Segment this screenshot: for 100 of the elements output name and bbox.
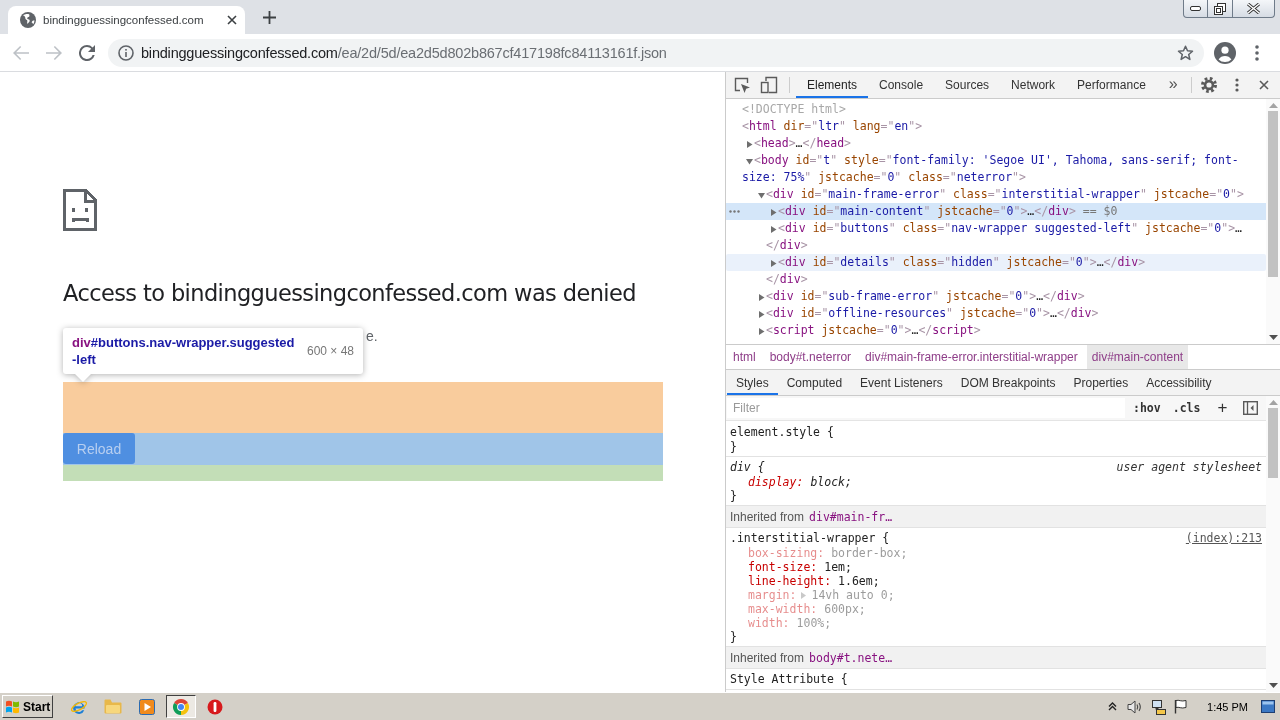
more-tabs-button[interactable]: » <box>1160 75 1186 95</box>
restore-icon <box>1214 2 1226 15</box>
inherited-label: Inherited from <box>730 650 805 665</box>
dom-node-row[interactable]: <script jstcache="0">…</script> <box>726 322 1266 339</box>
sad-page-icon <box>63 189 97 231</box>
paragraph-text: e. <box>366 327 378 345</box>
tooltip-selector: div#buttons.nav-wrapper.suggested -left <box>72 334 295 368</box>
dom-node-row[interactable]: <head>…</head> <box>726 135 1266 152</box>
scrollbar[interactable] <box>1266 99 1280 344</box>
breadcrumb[interactable]: body#t.neterror <box>764 345 857 369</box>
close-window-button[interactable] <box>1233 0 1275 18</box>
expand-triangle-icon[interactable] <box>758 191 765 199</box>
breadcrumb[interactable]: html <box>728 345 761 369</box>
expand-triangle-icon[interactable] <box>770 225 777 233</box>
breadcrumb[interactable]: div#main-frame-error.interstitial-wrapper <box>860 345 1083 369</box>
rule-origin: user agent stylesheet <box>1116 459 1262 475</box>
error-heading: Access to bindingguessingconfessed.com was denied <box>63 279 636 308</box>
inherited-selector-link[interactable]: div#main-fr… <box>809 509 893 524</box>
dom-closing-row[interactable]: </div> <box>726 271 1266 288</box>
taskbar-button[interactable] <box>166 695 196 718</box>
sidebar-toggle-icon[interactable] <box>1243 401 1259 415</box>
close-icon[interactable] <box>1259 80 1269 90</box>
network-icon[interactable] <box>1151 698 1168 715</box>
restore-button[interactable] <box>1208 0 1233 18</box>
inherited-selector-link[interactable]: body#t.nete… <box>809 650 893 665</box>
sidebar-tab[interactable]: DOM Breakpoints <box>951 370 1065 395</box>
devtools-tab[interactable]: Sources <box>934 72 1001 98</box>
expand-triangle-icon[interactable] <box>770 259 777 267</box>
globe-icon <box>20 12 36 28</box>
flag-icon[interactable] <box>1174 699 1189 714</box>
devtools-tab[interactable]: Network <box>1000 72 1067 98</box>
sidebar-tab[interactable]: Computed <box>777 370 852 395</box>
property-value[interactable]: block; <box>810 475 852 489</box>
scrollbar-thumb[interactable] <box>1268 408 1278 478</box>
speaker-icon[interactable] <box>1127 699 1144 714</box>
dom-node-row[interactable]: <div id="offline-resources" jstcache="0">…</div> <box>726 305 1266 322</box>
breadcrumb[interactable]: div#main-content <box>1086 345 1189 369</box>
expand-triangle-icon[interactable] <box>758 293 765 301</box>
star-icon[interactable] <box>1177 44 1194 61</box>
dom-node-row[interactable]: <body id="t" style="font-family: 'Segoe UI', Tahoma, sans-serif; font- size: 75%" jstcache="0" class="neterror"> <box>726 152 1266 186</box>
source-link[interactable]: (index):213 <box>1185 530 1262 546</box>
filter-field[interactable]: Filter <box>727 398 1125 418</box>
desktop-icon[interactable] <box>1261 700 1275 713</box>
devtools-tab[interactable]: Elements <box>796 72 869 98</box>
devtools-tab[interactable]: Performance <box>1066 72 1157 98</box>
closing-brace: } <box>730 489 738 503</box>
more-dots-icon[interactable] <box>729 210 740 213</box>
property-name[interactable]: line-height: <box>748 574 832 588</box>
close-icon <box>1247 3 1260 14</box>
rule-selector: .interstitial-wrapper { <box>730 530 890 546</box>
dom-node-row[interactable]: <div id="buttons" class="nav-wrapper suggested-left" jstcache="0">… </div> <box>726 220 1266 254</box>
scrollbar-thumb[interactable] <box>1268 111 1278 277</box>
scroll-down-icon[interactable] <box>1268 683 1278 688</box>
filter-bar-button[interactable]: :hov <box>1129 401 1165 415</box>
devices-icon[interactable] <box>760 76 778 94</box>
info-icon[interactable] <box>118 44 134 61</box>
inherited-label: Inherited from <box>730 509 805 524</box>
expand-triangle-icon[interactable] <box>746 157 753 165</box>
expand-triangle-icon[interactable] <box>770 208 777 216</box>
alert-icon <box>207 698 223 715</box>
expand-triangle-icon[interactable] <box>758 327 765 335</box>
property-value[interactable]: 1.6em; <box>838 574 880 588</box>
settings-icon[interactable] <box>1201 77 1217 93</box>
flag-logo-icon <box>5 699 21 714</box>
start-button[interactable]: Start <box>2 695 53 718</box>
dom-node-row[interactable]: <div id="details" class="hidden" jstcache="0">…</div> <box>726 254 1266 271</box>
closing-brace: } <box>730 630 738 644</box>
expand-triangle-icon[interactable] <box>758 310 765 318</box>
dom-node-row[interactable]: <div id="main-content" jstcache="0">…</div> == $0 <box>726 203 1266 220</box>
dom-node-row[interactable]: <div id="main-frame-error" class="interstitial-wrapper" jstcache="0"> <box>726 186 1266 203</box>
menu-icon[interactable] <box>1255 44 1259 61</box>
closing-brace: } <box>730 440 738 454</box>
expand-triangle-icon[interactable] <box>746 140 753 148</box>
element-picker-icon[interactable] <box>733 76 751 94</box>
property-name[interactable]: display: <box>748 475 804 489</box>
account-icon[interactable] <box>1214 41 1236 64</box>
address-bar[interactable]: bindingguessingconfessed.com/ea/2d/5d/ea2d5d802b867cf417198fc84113161f.json <box>108 38 1204 67</box>
dom-node-row[interactable]: <html dir="ltr" lang="en"> <box>726 118 1266 135</box>
reload-icon[interactable] <box>79 44 95 61</box>
menu-icon[interactable] <box>1235 78 1239 92</box>
chevron-up-icon[interactable] <box>1108 702 1118 711</box>
minimize-button[interactable] <box>1183 0 1208 18</box>
close-icon[interactable] <box>227 15 237 25</box>
dom-node-row[interactable]: <div id="sub-frame-error" jstcache="0">…</div> <box>726 288 1266 305</box>
property-name[interactable]: font-size: <box>748 560 818 574</box>
plus-icon[interactable] <box>263 10 276 24</box>
devtools-tab[interactable]: Console <box>868 72 935 98</box>
browser-tab[interactable]: bindingguessingconfessed.com <box>8 6 245 34</box>
filter-bar-button[interactable]: .cls <box>1168 401 1205 415</box>
sidebar-tab[interactable]: Event Listeners <box>851 370 952 395</box>
rule-selector: Style Attribute { <box>730 671 848 687</box>
sidebar-tab[interactable]: Properties <box>1064 370 1138 395</box>
clock-text[interactable]: 1:45 PM <box>1207 700 1248 713</box>
tooltip-size: 600 × 48 <box>306 344 354 358</box>
scroll-down-icon[interactable] <box>1268 335 1278 340</box>
rule-selector: element.style { <box>730 424 834 440</box>
property-value[interactable]: 1em; <box>824 560 852 574</box>
sidebar-tab[interactable]: Accessibility <box>1137 370 1221 395</box>
scrollbar[interactable] <box>1266 396 1280 692</box>
filter-bar-button[interactable]: + <box>1213 398 1232 418</box>
